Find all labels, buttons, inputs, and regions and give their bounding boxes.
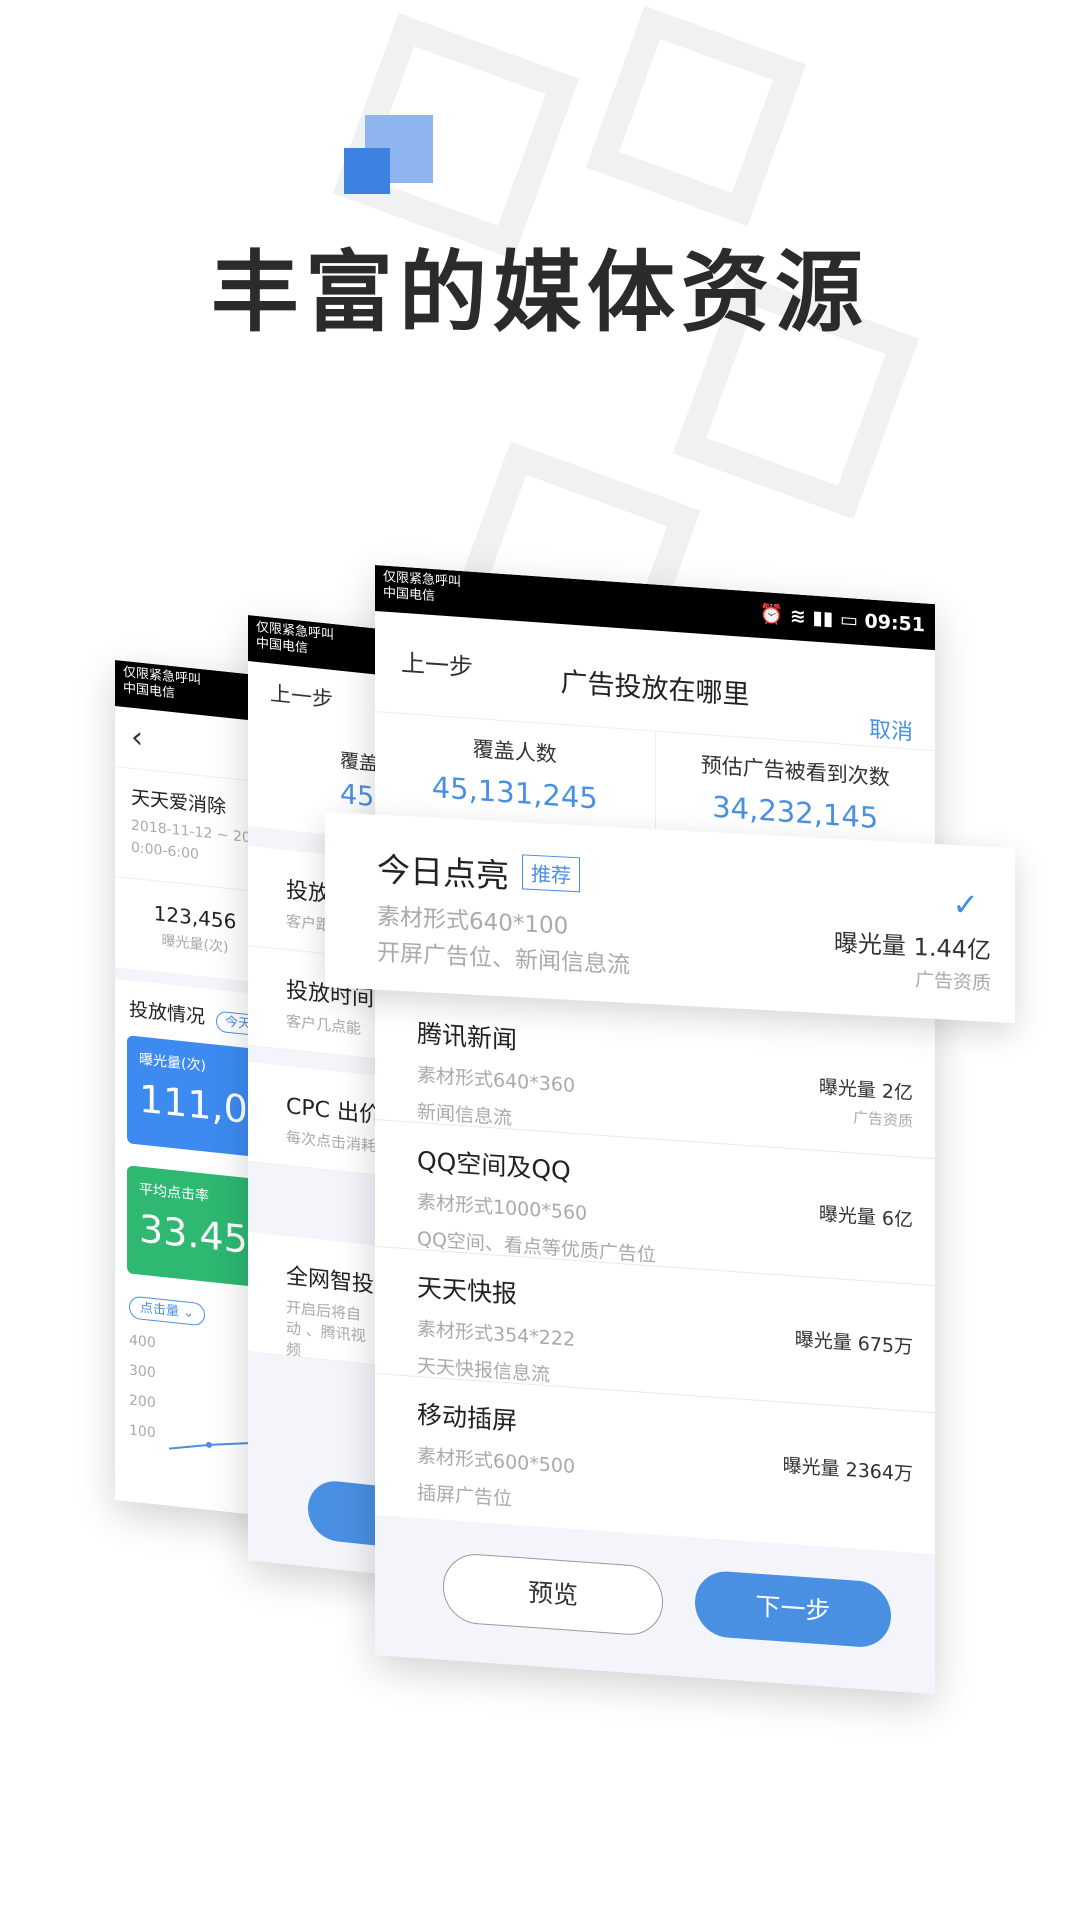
back-button[interactable]: 上一步 [270,681,333,712]
footer-bar: 预览 下一步 [375,1515,935,1695]
next-button[interactable]: 下一步 [695,1569,891,1650]
chevron-down-icon: ⌄ [183,1305,195,1322]
page-title: 广告投放在哪里 [560,666,750,712]
alarm-icon: ⏰ [759,602,784,627]
battery-icon: ▭ [839,608,858,632]
chevron-left-icon[interactable]: ‹ [131,720,143,756]
wifi-icon: ≋ [789,605,806,629]
phone-front: 仅限紧急呼叫 中国电信 ⏰ ≋ ▮▮ ▭ 09:51 上一步 广告投放在哪里 取… [375,565,935,1695]
page-headline: 丰富的媒体资源 [210,241,869,344]
selected-media-card[interactable]: 今日点亮 推荐 素材形式640*100 开屏广告位、新闻信息流 ✓ 曝光量 1.… [325,812,1015,1024]
metric-label: 平均点击率 [139,1181,209,1205]
card-quality: 广告资质 [914,968,991,995]
media-quality: 广告资质 [852,1108,913,1131]
metric-value: 33.45% [139,1206,275,1266]
cancel-button[interactable]: 取消 [869,712,913,747]
preview-button[interactable]: 预览 [443,1551,663,1638]
card-exposure: 曝光量 1.44亿 [833,928,991,965]
status-time: 09:51 [864,610,925,637]
logo-square-dark [344,148,390,194]
checkmark-icon: ✓ [952,884,979,925]
metric-value: 111,02 [139,1076,272,1135]
card-positions: 开屏广告位、新闻信息流 [377,939,630,979]
chart-point [206,1441,212,1448]
recommend-tag: 推荐 [522,854,580,893]
dropdown-label: 点击量 [140,1300,180,1320]
metric-label: 曝光量(次) [139,1051,206,1075]
y-tick: 300 [129,1362,156,1382]
section-title: 投放情况 [129,998,206,1029]
y-tick: 100 [129,1422,156,1442]
y-tick: 400 [129,1332,156,1352]
card-name: 今日点亮 [377,849,509,896]
y-tick: 200 [129,1392,156,1412]
stat-value: 45,131,245 [431,769,598,816]
signal-icon: ▮▮ [812,606,834,631]
deco-square [585,5,807,227]
